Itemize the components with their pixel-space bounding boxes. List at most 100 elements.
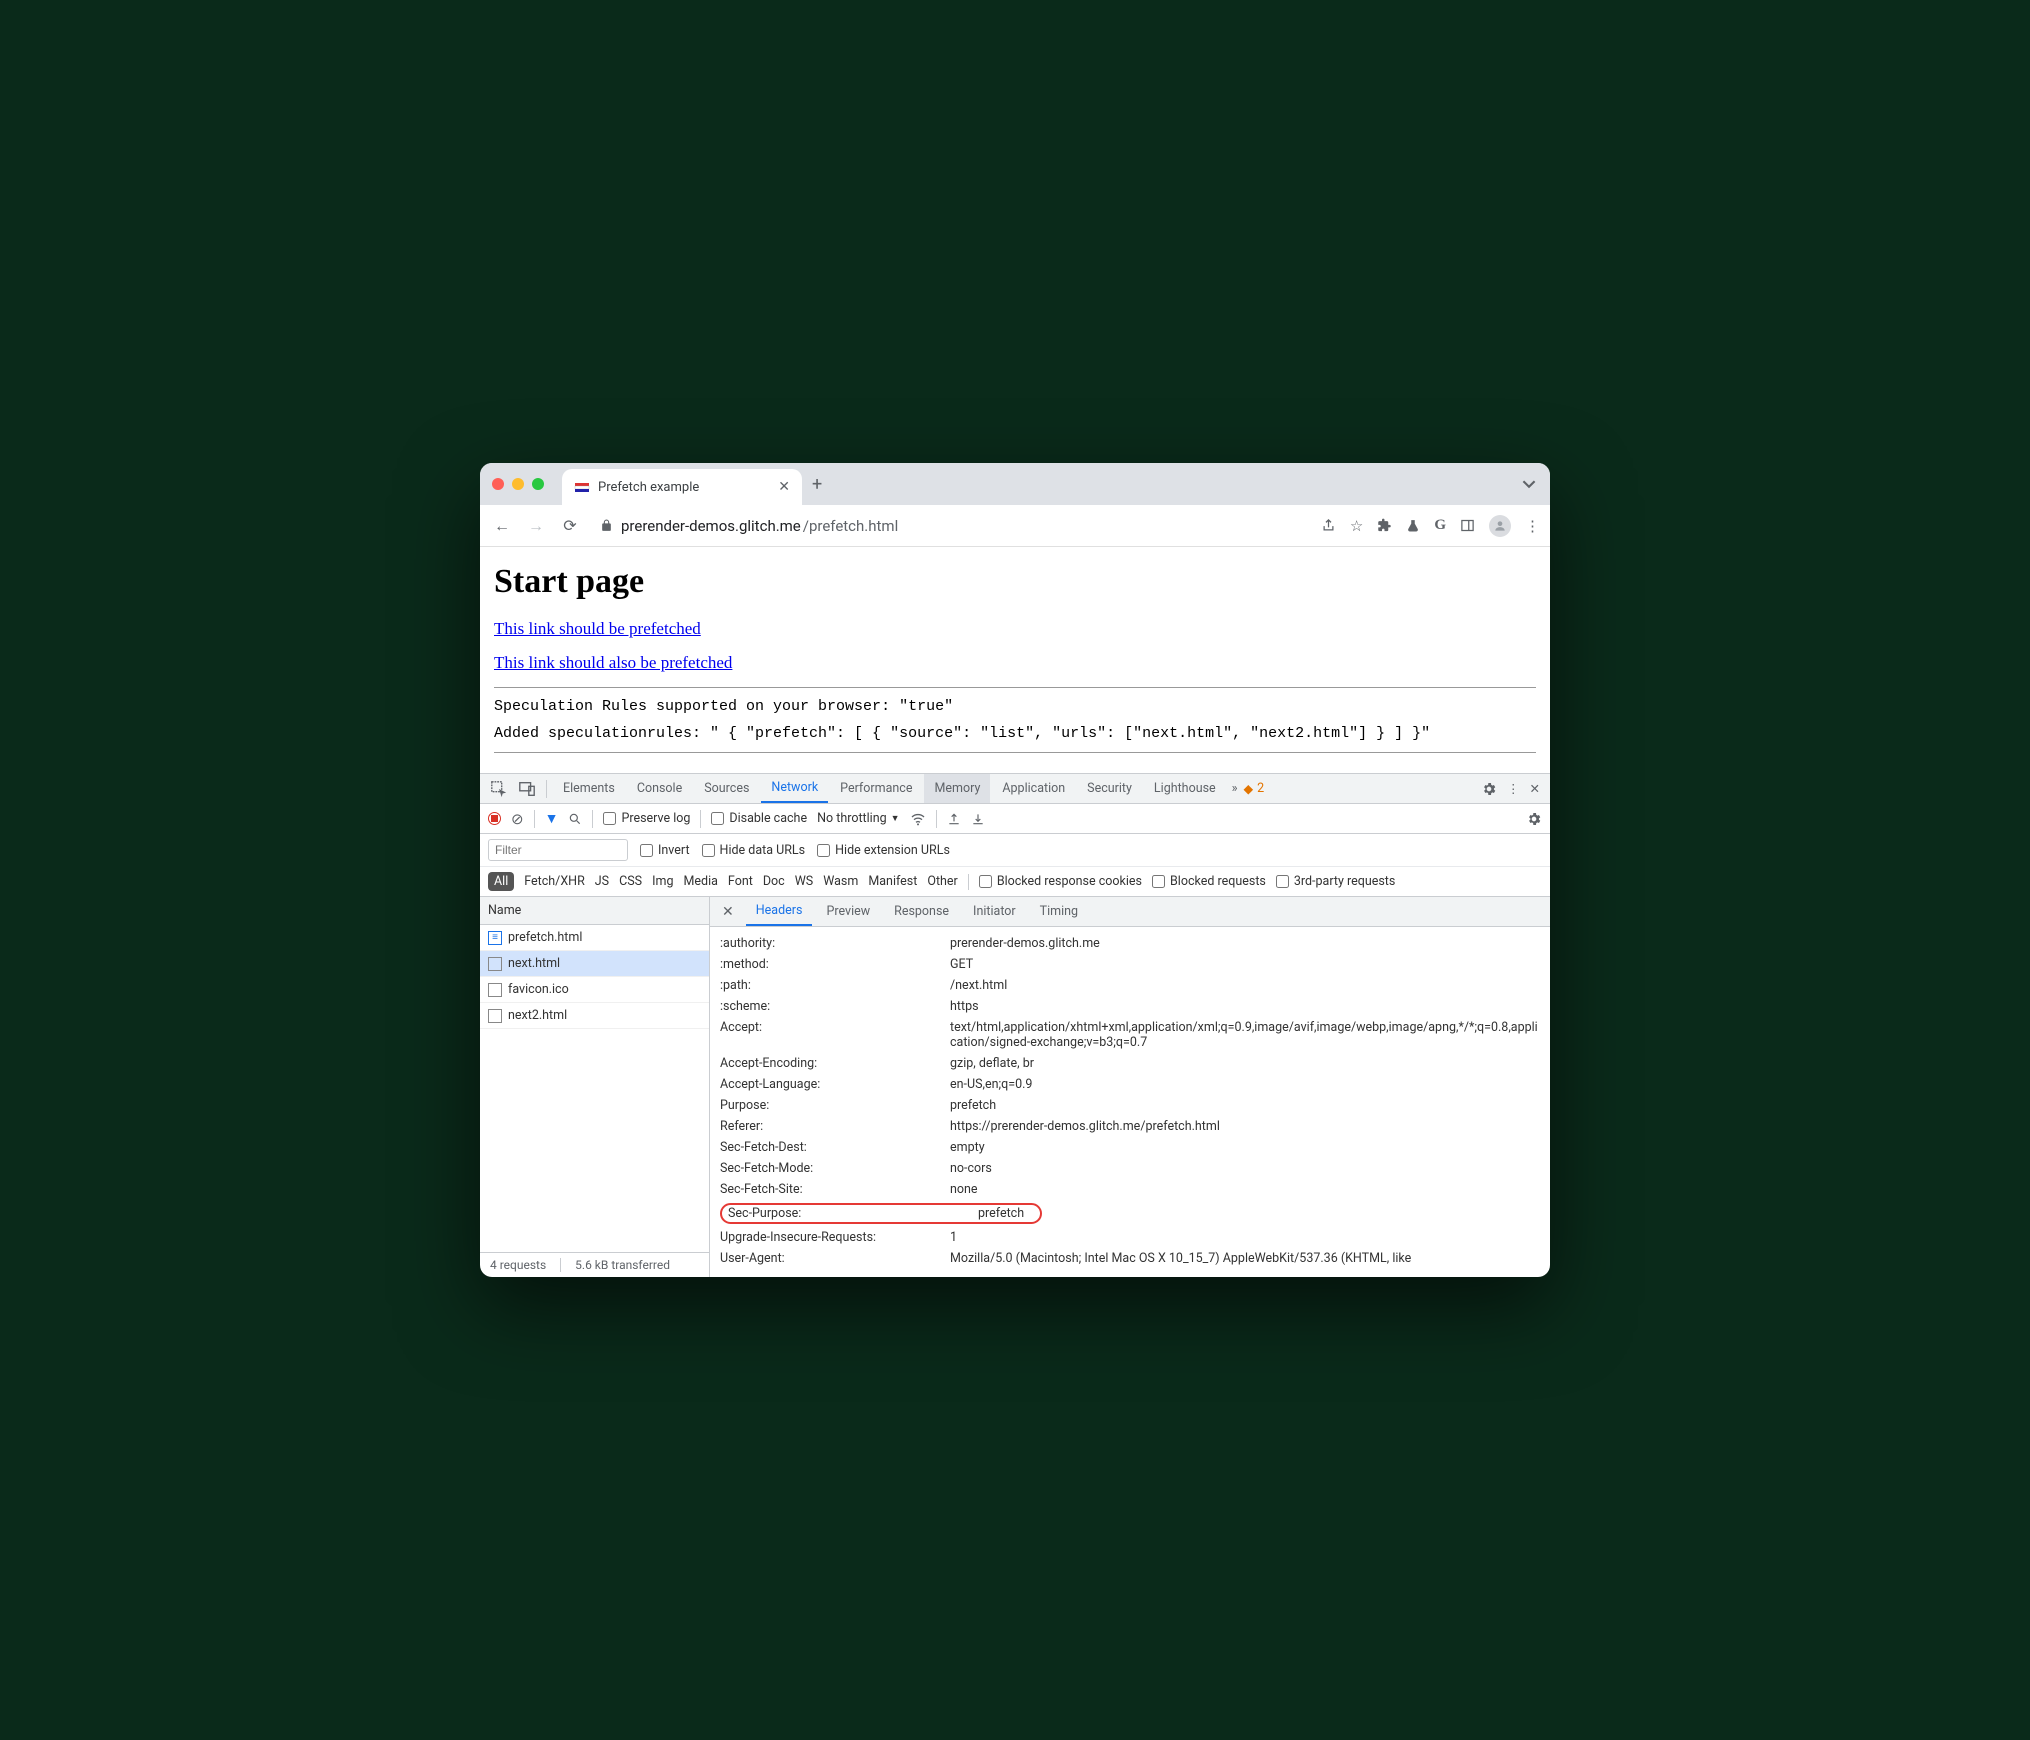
filter-fetch-xhr[interactable]: Fetch/XHR [524,874,585,889]
filter-wasm[interactable]: Wasm [823,874,858,889]
third-party-checkbox[interactable]: 3rd-party requests [1276,874,1395,889]
tab-lighthouse[interactable]: Lighthouse [1144,774,1226,803]
close-devtools-icon[interactable]: ✕ [1526,781,1544,797]
menu-icon[interactable]: ⋮ [1525,517,1540,535]
search-icon[interactable] [568,812,582,826]
url-path: /prefetch.html [803,517,898,535]
close-tab-icon[interactable]: ✕ [778,479,790,495]
devtools-menu-icon[interactable]: ⋮ [1503,781,1524,797]
tab-elements[interactable]: Elements [553,774,625,803]
tabs-dropdown-icon[interactable] [1522,477,1536,491]
header-row: Accept-Encoding:gzip, deflate, br [720,1053,1550,1074]
header-value: no-cors [950,1161,1550,1176]
blocked-requests-checkbox[interactable]: Blocked requests [1152,874,1266,889]
back-button[interactable]: ← [490,516,514,536]
hide-data-urls-checkbox[interactable]: Hide data URLs [702,843,806,858]
minimize-window-button[interactable] [512,478,524,490]
filter-doc[interactable]: Doc [763,874,785,889]
filter-css[interactable]: CSS [619,874,642,889]
side-panel-icon[interactable] [1460,518,1475,533]
browser-window: Prefetch example ✕ + ← → ⟳ prerender-dem… [480,463,1550,1277]
filter-other[interactable]: Other [927,874,957,889]
tab-security[interactable]: Security [1077,774,1142,803]
header-row: User-Agent:Mozilla/5.0 (Macintosh; Intel… [720,1248,1550,1269]
prefetch-link-1[interactable]: This link should be prefetched [494,619,1536,639]
more-tabs-icon[interactable]: » [1228,781,1242,796]
maximize-window-button[interactable] [532,478,544,490]
header-value: en-US,en;q=0.9 [950,1077,1550,1092]
prefetch-link-2[interactable]: This link should also be prefetched [494,653,1536,673]
labs-icon[interactable] [1406,519,1420,533]
tab-application[interactable]: Application [992,774,1075,803]
settings-icon[interactable] [1477,781,1501,797]
detail-tab-initiator[interactable]: Initiator [963,897,1026,926]
address-bar[interactable]: prerender-demos.glitch.me/prefetch.html [592,517,1311,535]
header-key: :scheme: [720,999,950,1014]
request-row[interactable]: next.html [480,951,709,977]
hide-extension-urls-checkbox[interactable]: Hide extension URLs [817,843,950,858]
issues-badge[interactable]: ◆ 2 [1244,781,1265,797]
request-row[interactable]: ≡prefetch.html [480,925,709,951]
filter-icon[interactable]: ▼ [545,810,559,827]
request-detail: ✕ Headers Preview Response Initiator Tim… [710,897,1550,1277]
filter-input[interactable] [488,839,628,861]
upload-har-icon[interactable] [947,812,961,826]
new-tab-button[interactable]: + [812,474,822,495]
header-row: Referer:https://prerender-demos.glitch.m… [720,1116,1550,1137]
request-row[interactable]: next2.html [480,1003,709,1029]
header-row: :scheme:https [720,996,1550,1017]
tab-sources[interactable]: Sources [694,774,759,803]
close-detail-icon[interactable]: ✕ [714,904,742,920]
request-name: prefetch.html [508,930,582,945]
reload-button[interactable]: ⟳ [558,516,582,535]
star-icon[interactable]: ☆ [1350,517,1363,535]
detail-tab-preview[interactable]: Preview [816,897,880,926]
filter-js[interactable]: JS [595,874,609,889]
page-content: Start page This link should be prefetche… [480,547,1550,773]
filter-img[interactable]: Img [652,874,673,889]
preserve-log-checkbox[interactable]: Preserve log [603,811,690,826]
tab-strip: Prefetch example ✕ + [480,463,1550,505]
network-settings-icon[interactable] [1526,811,1542,827]
extensions-icon[interactable] [1377,518,1392,533]
download-har-icon[interactable] [971,812,985,826]
record-button[interactable] [488,812,501,825]
share-icon[interactable] [1321,518,1336,533]
url-domain: prerender-demos.glitch.me [621,517,801,535]
device-toggle-icon[interactable] [514,780,540,798]
header-key: Accept-Encoding: [720,1056,950,1071]
tab-console[interactable]: Console [627,774,692,803]
request-count: 4 requests [490,1258,546,1272]
close-window-button[interactable] [492,478,504,490]
tab-performance[interactable]: Performance [830,774,922,803]
tab-memory[interactable]: Memory [924,774,990,803]
detail-tab-response[interactable]: Response [884,897,959,926]
header-value: Mozilla/5.0 (Macintosh; Intel Mac OS X 1… [950,1251,1550,1266]
filter-manifest[interactable]: Manifest [868,874,917,889]
blocked-cookies-checkbox[interactable]: Blocked response cookies [979,874,1142,889]
tab-network[interactable]: Network [761,774,828,803]
clear-button[interactable]: ⊘ [511,810,524,828]
disable-cache-checkbox[interactable]: Disable cache [711,811,807,826]
detail-tab-timing[interactable]: Timing [1030,897,1088,926]
profile-avatar[interactable] [1489,515,1511,537]
tab-favicon [574,479,590,495]
request-row[interactable]: favicon.ico [480,977,709,1003]
filter-all[interactable]: All [488,872,514,891]
lock-icon [600,519,613,532]
header-value: 1 [950,1230,1550,1245]
forward-button[interactable]: → [524,516,548,536]
invert-checkbox[interactable]: Invert [640,843,690,858]
network-conditions-icon[interactable] [910,811,926,827]
inspect-icon[interactable] [486,780,512,798]
detail-tab-headers[interactable]: Headers [746,897,813,926]
header-key: Accept-Language: [720,1077,950,1092]
throttling-select[interactable]: No throttling ▼ [817,811,899,826]
filter-media[interactable]: Media [683,874,717,889]
google-icon[interactable]: G [1434,517,1446,534]
browser-tab[interactable]: Prefetch example ✕ [562,469,802,505]
filter-ws[interactable]: WS [795,874,814,889]
name-column-header[interactable]: Name [480,897,709,925]
filter-font[interactable]: Font [728,874,753,889]
file-icon [488,957,502,971]
